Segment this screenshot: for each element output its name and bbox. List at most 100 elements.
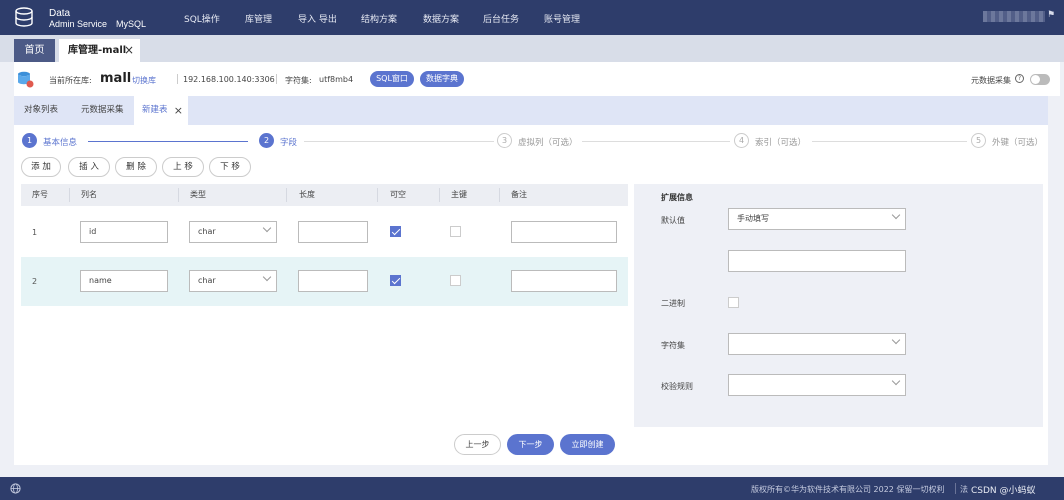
column-type-select[interactable]: char [189,270,277,292]
step-5-label[interactable]: 外键（可选） [992,136,1043,148]
delete-button[interactable]: 删 除 [115,157,157,177]
page-tab-bar: 首页 库管理-mall × [0,35,1064,62]
grid-header: 序号 列名 类型 长度 可空 主键 备注 [21,184,628,206]
footer-divider [955,483,956,494]
flag-icon[interactable]: ⚑ [1047,10,1055,20]
database-icon [18,71,34,88]
header-divider [377,188,378,202]
nav-sql-operations[interactable]: SQL操作 [184,12,220,25]
law-link[interactable]: 法 [960,484,968,495]
charset-label: 字符集: [285,76,312,85]
collation-select[interactable] [728,374,906,396]
column-comment-input[interactable] [511,270,617,292]
nullable-checkbox[interactable] [390,275,401,286]
step-connector [88,141,248,142]
nav-database-management[interactable]: 库管理 [245,12,272,25]
step-3-label[interactable]: 虚拟列（可选） [518,136,578,148]
data-dictionary-button[interactable]: 数据字典 [420,71,464,87]
previous-step-button[interactable]: 上一步 [454,434,501,455]
step-2-label[interactable]: 字段 [280,136,297,148]
divider [276,74,277,84]
table-row[interactable]: 2 name char [21,257,628,306]
nav-background-tasks[interactable]: 后台任务 [483,12,519,25]
header-divider [178,188,179,202]
tab-home[interactable]: 首页 [14,39,55,62]
default-value-label: 默认值 [661,216,685,225]
step-connector [304,141,494,142]
header-divider [439,188,440,202]
nullable-checkbox[interactable] [390,226,401,237]
metadata-collect-label: 元数据采集 [971,76,1011,85]
database-info-bar: 当前所在库: mall 切换库 192.168.100.140:3306 字符集… [14,62,1060,96]
nav-data-plan[interactable]: 数据方案 [423,12,459,25]
nav-schema-plan[interactable]: 结构方案 [361,12,397,25]
move-down-button[interactable]: 下 移 [209,157,251,177]
switch-db-link[interactable]: 切换库 [132,75,156,86]
collation-label: 校验规则 [661,382,693,391]
subtab-metadata-collect[interactable]: 元数据采集 [73,96,132,125]
step-1-circle: 1 [22,133,37,148]
primary-key-checkbox[interactable] [450,275,461,286]
insert-button[interactable]: 插 入 [68,157,110,177]
step-2-circle: 2 [259,133,274,148]
brand-db-type: MySQL [116,19,147,29]
default-value-select[interactable]: 手动填写 [728,208,906,230]
chevron-down-icon [891,376,901,386]
current-db-label: 当前所在库: [49,76,92,85]
brand-subtitle: Admin Service [49,19,108,29]
column-type-select[interactable]: char [189,221,277,243]
new-table-panel: 1 基本信息 2 字段 3 虚拟列（可选） 4 索引（可选） 5 外键（可选） … [14,125,1048,465]
user-name-blurred[interactable] [983,11,1045,22]
database-logo-icon [15,7,33,27]
step-connector [812,141,967,142]
col-header-length: 长度 [299,190,315,199]
col-header-index: 序号 [32,190,48,199]
column-name-input[interactable]: name [80,270,168,292]
subtab-close-icon[interactable]: × [174,96,183,125]
add-button[interactable]: 添 加 [21,157,61,177]
subtab-new-table[interactable]: 新建表 × [134,96,188,125]
step-connector [582,141,730,142]
charset-label: 字符集 [661,341,685,350]
chevron-down-icon [262,272,272,282]
column-name-input[interactable]: id [80,221,168,243]
page-footer: 版权所有©华为软件技术有限公司 2022 保留一切权利 法 CSDN @小蚂蚁 [0,477,1064,500]
next-step-button[interactable]: 下一步 [507,434,554,455]
nav-account-management[interactable]: 账号管理 [544,12,580,25]
move-up-button[interactable]: 上 移 [162,157,204,177]
table-row[interactable]: 1 id char [21,208,628,257]
top-nav-bar: Data Admin Service MySQL SQL操作 库管理 导入 导出… [0,0,1064,35]
primary-key-checkbox[interactable] [450,226,461,237]
column-length-input[interactable] [298,221,368,243]
db-host: 192.168.100.140:3306 [183,75,275,84]
step-4-label[interactable]: 索引（可选） [755,136,806,148]
column-length-input[interactable] [298,270,368,292]
row-index: 2 [32,277,38,286]
step-4-circle: 4 [734,133,749,148]
charset-select[interactable] [728,333,906,355]
watermark-text: CSDN @小蚂蚁 [971,486,1036,496]
col-header-comment: 备注 [511,190,527,199]
column-comment-input[interactable] [511,221,617,243]
header-divider [69,188,70,202]
default-value-input[interactable] [728,250,906,272]
col-header-primary: 主键 [451,190,467,199]
tab-database-mall[interactable]: 库管理-mall × [59,39,140,62]
chevron-down-icon [891,210,901,220]
step-3-circle: 3 [497,133,512,148]
globe-icon[interactable] [10,483,21,494]
nav-import-export[interactable]: 导入 导出 [298,12,337,25]
subtab-object-list[interactable]: 对象列表 [16,96,66,125]
sql-window-button[interactable]: SQL窗口 [370,71,414,87]
copyright-text: 版权所有©华为软件技术有限公司 2022 保留一切权利 [751,485,945,494]
binary-checkbox[interactable] [728,297,739,308]
create-now-button[interactable]: 立即创建 [560,434,615,455]
step-1-label[interactable]: 基本信息 [43,136,77,148]
metadata-collect-toggle[interactable] [1030,74,1050,85]
tab-close-icon[interactable]: × [124,39,134,62]
header-divider [499,188,500,202]
col-header-nullable: 可空 [390,190,406,199]
help-icon[interactable]: ? [1015,74,1024,83]
tab-label: 库管理-mall [68,45,127,56]
extension-info-panel: 扩展信息 默认值 手动填写 二进制 字符集 校验规则 [634,184,1043,427]
